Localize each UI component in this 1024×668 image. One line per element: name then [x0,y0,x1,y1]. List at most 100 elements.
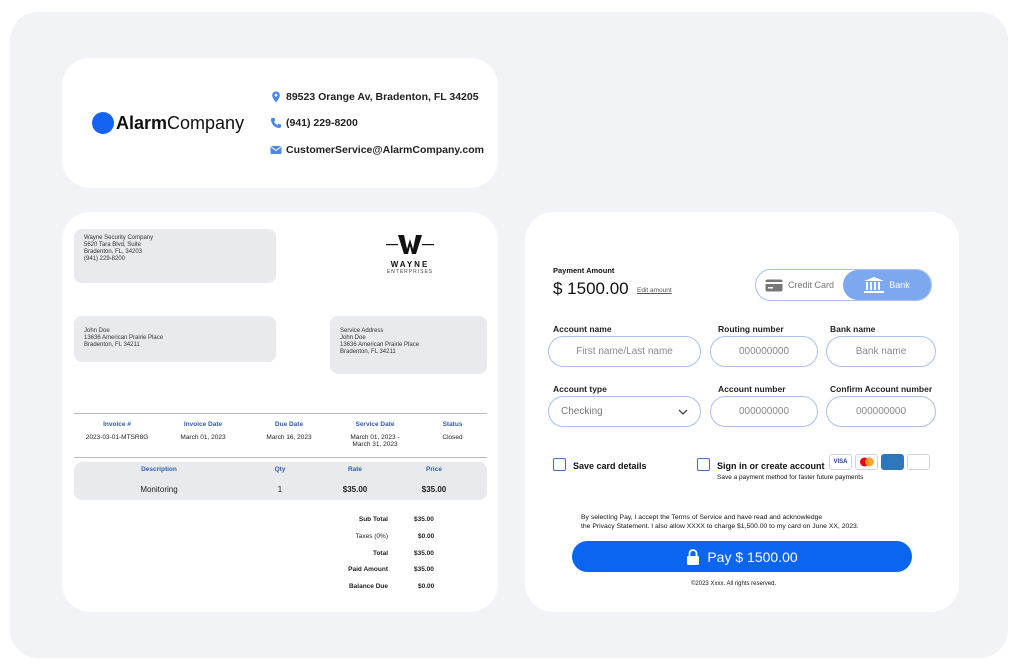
items-header-row: Description Qty Rate Price [74,466,487,473]
company-line: 5620 Tara Blvd, Suite [84,242,141,248]
brand-name: WAYNE [390,260,430,269]
invoice-data-row: 2023-03-01-MTSR8G March 01, 2023 March 1… [74,434,487,448]
item-rate: $35.00 [342,485,368,494]
routing-number-input[interactable]: 000000000 [710,336,818,367]
payment-amount: $ 1500.00 [553,279,629,298]
invoice-header-row: Invoice # Invoice Date Due Date Service … [74,421,487,428]
service-line: John Doe [340,335,366,341]
credit-card-option[interactable]: Credit Card [756,270,843,300]
mail-icon [270,146,282,154]
lock-icon [687,548,700,565]
routing-number-label: Routing number [718,324,784,334]
col-service-date: Service Date [355,421,395,428]
account-name-input[interactable]: First name/Last name [548,336,701,367]
wayne-w-icon [386,235,434,254]
contact-address: 89523 Orange Av, Bradenton, FL 34205 [270,91,479,103]
col-description: Description [141,466,177,473]
bank-icon [864,277,885,293]
logo-bold-text: Alarm [116,112,168,133]
company-info-box: Wayne Security Company 5620 Tara Blvd, S… [74,229,276,283]
confirm-account-label: Confirm Account number [830,384,933,394]
due-date: March 16, 2023 [266,434,312,441]
bank-label: Bank [889,280,910,290]
account-type-label: Account type [553,384,607,394]
col-invoice-number: Invoice # [103,421,131,428]
service-date-start: March 01, 2023 - [350,434,400,441]
subtotal-label: Sub Total [358,516,388,523]
terms-text-2: the Privacy Statement. I also allow XXXX… [581,523,859,530]
credit-card-icon [765,279,783,291]
sign-in-checkbox[interactable] [697,458,710,471]
paid-value: $35.00 [414,566,434,573]
divider [74,457,487,458]
save-card-checkbox[interactable] [553,458,566,471]
subtotal-value: $35.00 [414,516,434,523]
email-text[interactable]: CustomerService@AlarmCompany.com [286,144,484,156]
alarm-company-logo: AlarmCompany [92,112,244,134]
bank-name-input[interactable]: Bank name [826,336,936,367]
col-status: Status [442,421,463,428]
account-number-input[interactable]: 000000000 [710,396,818,427]
service-date-end: March 31, 2023 [352,441,398,448]
contact-phone: (941) 229-8200 [270,117,358,129]
edit-amount-link[interactable]: Edit amount [637,287,672,294]
company-line: Wayne Security Company [84,235,154,241]
taxes-label: Taxes (0%) [355,533,388,540]
account-number-label: Account number [718,384,786,394]
chevron-down-icon [678,409,688,415]
service-address-box: Service Address John Doe 13636 American … [330,316,487,374]
visa-icon: VISA [829,454,852,470]
service-line: Bradenton, FL 34211 [340,349,396,355]
col-qty: Qty [274,466,286,473]
pay-button[interactable]: Pay $ 1500.00 [572,541,912,572]
confirm-account-input[interactable]: 000000000 [826,396,936,427]
bill-to-line: Bradenton, FL 34211 [84,342,140,348]
credit-card-label: Credit Card [787,280,834,290]
account-type-value: Checking [561,406,603,417]
item-description: Monitoring [140,485,178,494]
col-rate: Rate [347,466,363,473]
wayne-enterprises-logo: WAYNE ENTERPRISES [380,233,440,275]
bill-to-box: John Doe 13636 American Prairie Place Br… [74,316,276,362]
status: Closed [442,434,463,441]
col-price: Price [426,466,442,473]
item-qty: 1 [277,485,283,494]
bill-to-line: John Doe [84,328,110,334]
amex-icon [881,454,904,470]
save-card-label: Save card details [573,461,647,471]
payment-amount-label: Payment Amount [553,266,615,275]
phone-text: (941) 229-8200 [286,117,358,129]
mastercard-circles-icon [859,457,874,467]
bank-option[interactable]: Bank [843,270,931,300]
invoice-date: March 01, 2023 [180,434,226,441]
mastercard-icon [855,454,878,470]
service-line: 13636 American Prairie Place [340,342,420,348]
terms-text-1: By selecting Pay, I accept the Terms of … [581,514,823,521]
discover-icon [907,454,930,470]
service-date: March 01, 2023 - March 31, 2023 [332,434,418,448]
account-type-select[interactable]: Checking [548,396,701,427]
col-due-date: Due Date [274,421,304,428]
logo-light-text: Company [167,112,245,133]
copyright-text: ©2023 Xxxx. All rights reserved. [691,581,777,587]
paid-label: Paid Amount [348,566,388,573]
payment-method-toggle: Credit Card Bank [755,269,932,301]
location-pin-icon [272,91,280,103]
address-text: 89523 Orange Av, Bradenton, FL 34205 [286,91,479,103]
taxes-value: $0.00 [418,533,435,540]
balance-value: $0.00 [418,583,435,590]
brand-sub: ENTERPRISES [386,269,434,275]
col-invoice-date: Invoice Date [183,421,223,428]
contact-email: CustomerService@AlarmCompany.com [270,144,484,156]
logo-circle-icon [92,112,114,134]
divider [74,413,487,414]
balance-label: Balance Due [348,583,388,590]
sign-in-sub-label: Save a payment method for faster future … [717,474,864,481]
company-line: (941) 229-8200 [84,256,126,262]
total-value: $35.00 [414,550,434,557]
account-name-label: Account name [553,324,612,334]
total-label: Total [372,550,388,557]
sign-in-label: Sign in or create account [717,461,825,471]
pay-button-label: Pay $ 1500.00 [707,548,798,565]
service-line: Service Address [340,328,384,334]
